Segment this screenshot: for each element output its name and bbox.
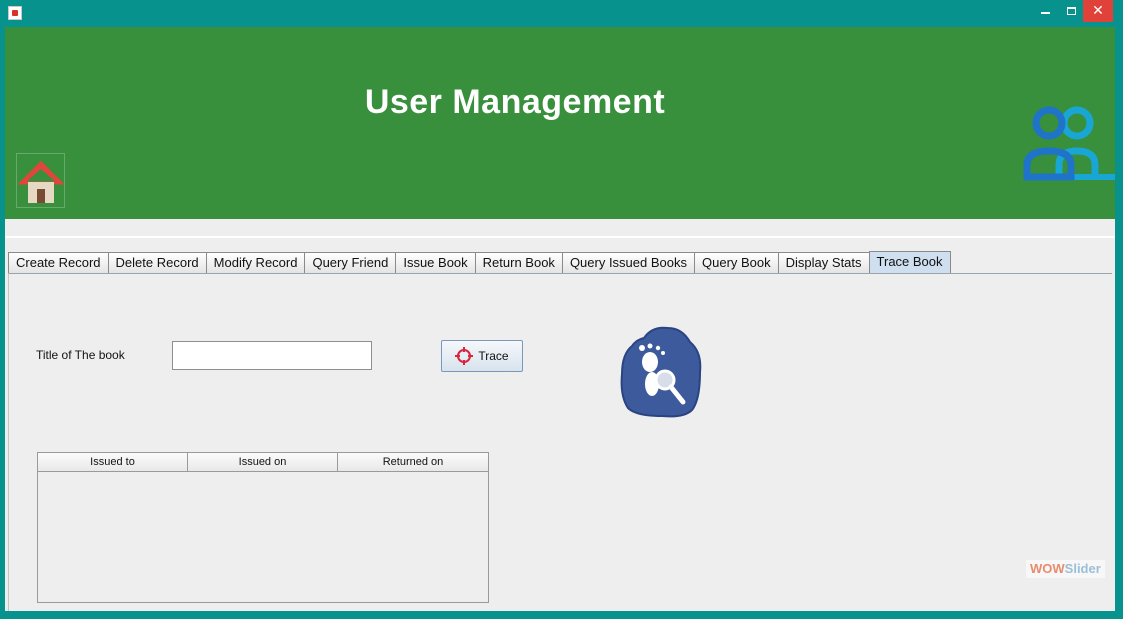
maximize-button[interactable] (1059, 0, 1083, 22)
home-button[interactable] (16, 153, 65, 208)
minimize-button[interactable] (1031, 0, 1059, 22)
book-title-label: Title of The book (36, 348, 125, 362)
trace-book-panel: Title of The book Trace Issued to Issued… (8, 273, 1112, 611)
tab-modify-record[interactable]: Modify Record (205, 252, 306, 273)
tab-issue-book[interactable]: Issue Book (395, 252, 476, 273)
tab-query-issued-books[interactable]: Query Issued Books (561, 252, 695, 273)
trace-button[interactable]: Trace (441, 340, 523, 372)
tab-return-book[interactable]: Return Book (474, 252, 563, 273)
app-frame: User Management Create Record Delete Rec… (5, 27, 1115, 611)
header-divider (5, 236, 1115, 238)
trace-button-label: Trace (478, 349, 509, 363)
page-title: User Management (364, 83, 666, 121)
tab-query-book[interactable]: Query Book (694, 252, 779, 273)
tab-delete-record[interactable]: Delete Record (107, 252, 207, 273)
minimize-icon (1040, 11, 1050, 14)
tab-create-record[interactable]: Create Record (8, 252, 109, 273)
target-icon (455, 347, 474, 365)
tab-query-friend[interactable]: Query Friend (304, 252, 397, 273)
trace-table: Issued to Issued on Returned on (37, 452, 489, 603)
home-icon (17, 160, 65, 203)
window-titlebar: ✕ (0, 0, 1123, 26)
tab-trace-book[interactable]: Trace Book (868, 251, 951, 273)
maximize-icon (1066, 6, 1076, 15)
tab-strip: Create Record Delete Record Modify Recor… (8, 251, 951, 273)
header-banner: User Management (5, 27, 1115, 219)
close-icon: ✕ (1092, 2, 1104, 18)
table-header: Issued to Issued on Returned on (38, 453, 488, 472)
users-icon (1023, 106, 1115, 181)
close-button[interactable]: ✕ (1083, 0, 1113, 22)
tab-display-stats[interactable]: Display Stats (777, 252, 870, 273)
column-issued-on[interactable]: Issued on (188, 453, 338, 471)
footprint-search-icon (620, 326, 702, 418)
wowslider-watermark: WOWSlider (1026, 560, 1105, 578)
book-title-input[interactable] (172, 341, 372, 370)
column-returned-on[interactable]: Returned on (338, 453, 488, 471)
column-issued-to[interactable]: Issued to (38, 453, 188, 471)
java-app-icon (8, 6, 22, 20)
